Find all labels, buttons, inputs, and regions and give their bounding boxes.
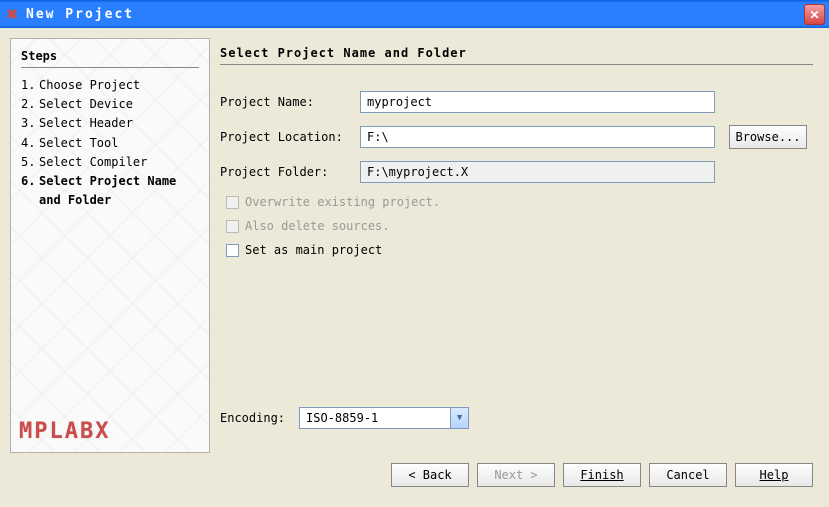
steps-list: 1.Choose Project 2.Select Device 3.Selec… xyxy=(21,76,199,210)
help-button[interactable]: Help xyxy=(735,463,813,487)
project-folder-label: Project Folder: xyxy=(220,165,350,179)
cancel-button[interactable]: Cancel xyxy=(649,463,727,487)
encoding-select[interactable]: ISO-8859-1 ▼ xyxy=(299,407,469,429)
project-name-label: Project Name: xyxy=(220,95,350,109)
encoding-value: ISO-8859-1 xyxy=(306,411,378,425)
finish-button[interactable]: Finish xyxy=(563,463,641,487)
delete-sources-checkbox xyxy=(226,220,239,233)
back-button[interactable]: < Back xyxy=(391,463,469,487)
step-2: 2.Select Device xyxy=(21,95,199,114)
set-main-checkbox[interactable] xyxy=(226,244,239,257)
step-5: 5.Select Compiler xyxy=(21,153,199,172)
encoding-row: Encoding: ISO-8859-1 ▼ xyxy=(220,407,813,429)
step-6: 6.Select Project Name and Folder xyxy=(21,172,199,210)
project-folder-row: Project Folder: xyxy=(220,161,813,183)
project-name-input[interactable] xyxy=(360,91,715,113)
main-panel: Select Project Name and Folder Project N… xyxy=(214,38,819,453)
button-bar: < Back Next > Finish Cancel Help xyxy=(0,463,829,497)
encoding-label: Encoding: xyxy=(220,411,285,425)
window-title: New Project xyxy=(26,7,134,22)
step-1: 1.Choose Project xyxy=(21,76,199,95)
steps-heading: Steps xyxy=(21,49,199,68)
project-name-row: Project Name: xyxy=(220,91,813,113)
browse-button[interactable]: Browse... xyxy=(729,125,807,149)
window-body: Steps 1.Choose Project 2.Select Device 3… xyxy=(0,28,829,463)
chevron-down-icon: ▼ xyxy=(450,408,468,428)
delete-sources-row: Also delete sources. xyxy=(226,219,813,233)
project-location-label: Project Location: xyxy=(220,130,350,144)
mplabx-logo: MPLABX xyxy=(19,419,110,444)
project-location-row: Project Location: Browse... xyxy=(220,125,813,149)
set-main-label: Set as main project xyxy=(245,243,382,257)
overwrite-row: Overwrite existing project. xyxy=(226,195,813,209)
close-icon: ✕ xyxy=(809,8,819,22)
next-button: Next > xyxy=(477,463,555,487)
project-location-input[interactable] xyxy=(360,126,715,148)
set-main-row: Set as main project xyxy=(226,243,813,257)
main-heading: Select Project Name and Folder xyxy=(220,46,813,65)
step-4: 4.Select Tool xyxy=(21,134,199,153)
steps-panel: Steps 1.Choose Project 2.Select Device 3… xyxy=(10,38,210,453)
project-folder-input xyxy=(360,161,715,183)
overwrite-checkbox xyxy=(226,196,239,209)
step-3: 3.Select Header xyxy=(21,114,199,133)
delete-sources-label: Also delete sources. xyxy=(245,219,390,233)
titlebar: ✖ New Project ✕ xyxy=(0,0,829,28)
app-icon: ✖ xyxy=(4,6,20,22)
overwrite-label: Overwrite existing project. xyxy=(245,195,440,209)
close-button[interactable]: ✕ xyxy=(804,4,825,25)
